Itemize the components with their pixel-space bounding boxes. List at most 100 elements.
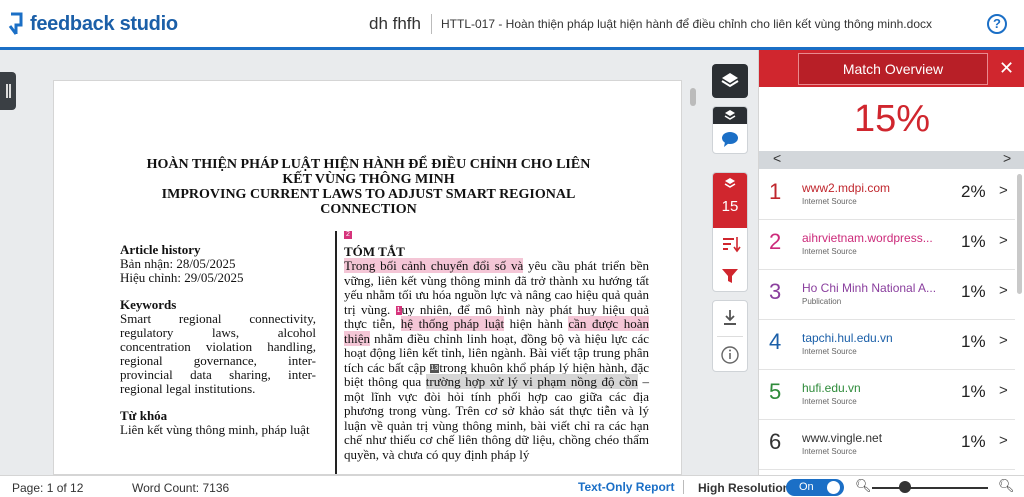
logo[interactable]: feedback studio — [8, 12, 178, 36]
zoom-out-icon[interactable]: 🔍︎ — [855, 478, 872, 494]
keywords-line: regulatory laws, alcohol — [120, 325, 316, 340]
match-number: 5 — [769, 379, 782, 404]
help-icon[interactable]: ? — [987, 14, 1007, 34]
match-type: Internet Source — [802, 247, 857, 256]
match-number: 1 — [769, 179, 782, 204]
match-number: 6 — [769, 429, 782, 454]
match-badge[interactable]: 13 — [429, 364, 440, 374]
layers-icon — [721, 73, 739, 88]
zoom-slider-track[interactable] — [872, 487, 988, 489]
heading-line: HOÀN THIỆN PHÁP LUẬT HIỆN HÀNH ĐỂ ĐIỀU C… — [146, 157, 591, 172]
comment-icon[interactable] — [713, 124, 747, 154]
match-type: Internet Source — [802, 447, 857, 456]
match-source[interactable]: Ho Chi Minh National A... — [802, 281, 937, 295]
match-source[interactable]: www2.mdpi.com — [802, 181, 937, 195]
panel-header: Match Overview ✕ — [759, 50, 1024, 87]
grip-icon — [6, 84, 8, 98]
keywords-line: Smart regional connectivity, — [120, 311, 316, 326]
match-percent: 1% — [961, 282, 986, 301]
abstract-title: TÓM TẮT — [344, 243, 405, 259]
match-item[interactable]: 6 www.vingle.net Internet Source 1% > — [759, 420, 1015, 470]
tools-divider — [717, 336, 743, 337]
chevron-left-icon[interactable]: < — [773, 150, 781, 166]
high-resolution-label: High Resolution — [698, 481, 790, 495]
sort-icon[interactable] — [713, 233, 747, 255]
layer-group-header — [713, 107, 747, 124]
article-history-title: Article history — [120, 242, 201, 257]
document-title: HTTL-017 - Hoàn thiện pháp luật hiện hàn… — [441, 17, 932, 31]
layers-icon — [724, 110, 736, 120]
zoom-slider-handle[interactable] — [899, 481, 911, 493]
heading-line: CONNECTION — [320, 202, 417, 217]
received-date: Bản nhận: 28/05/2025 — [120, 256, 236, 271]
match-number: 3 — [769, 279, 782, 304]
match-percent: 2% — [961, 182, 986, 201]
close-icon[interactable]: ✕ — [999, 58, 1014, 78]
match-highlight[interactable]: hệ thống pháp luật — [400, 316, 505, 331]
layers-button[interactable] — [712, 64, 748, 98]
layer-group-comments[interactable] — [712, 106, 748, 154]
tools-group — [712, 300, 748, 372]
keywords-line: concentration violation handling, — [120, 339, 316, 354]
match-item[interactable]: 5 hufi.edu.vn Internet Source 1% > — [759, 370, 1015, 420]
filter-icon[interactable] — [713, 265, 747, 287]
match-type: Publication — [802, 297, 842, 306]
logo-text: feedback studio — [30, 12, 178, 35]
match-percent: 1% — [961, 232, 986, 251]
top-header: feedback studio dh fhfh HTTL-017 - Hoàn … — [0, 0, 1024, 50]
match-source[interactable]: hufi.edu.vn — [802, 381, 937, 395]
info-icon[interactable] — [713, 344, 747, 366]
match-item[interactable]: 4 tapchi.hul.edu.vn Internet Source 1% > — [759, 320, 1015, 370]
word-count: Word Count: 7136 — [132, 481, 230, 495]
match-item[interactable]: 3 Ho Chi Minh National A... Publication 1% > — [759, 270, 1015, 320]
text-run: hiện hành — [504, 316, 569, 331]
feedback-studio-logo-icon — [8, 12, 23, 35]
document-scrollbar[interactable] — [690, 88, 696, 106]
similarity-layer[interactable]: 15 — [712, 172, 748, 292]
chevron-right-icon[interactable]: > — [999, 182, 1008, 199]
abstract-text: Trong bối cảnh chuyển đổi số và yêu cầu … — [344, 258, 649, 462]
panel-title[interactable]: Match Overview — [798, 53, 988, 85]
chevron-right-icon[interactable]: > — [999, 232, 1008, 249]
chevron-right-icon[interactable]: > — [999, 282, 1008, 299]
header-divider — [431, 14, 432, 34]
match-overview-panel: Match Overview ✕ 15% < > 1 www2.mdpi.com I… — [758, 50, 1024, 475]
page-indicator: Page: 1 of 12 — [12, 481, 84, 495]
match-source[interactable]: tapchi.hul.edu.vn — [802, 331, 937, 345]
match-source[interactable]: www.vingle.net — [802, 431, 937, 445]
document-page: HOÀN THIỆN PHÁP LUẬT HIỆN HÀNH ĐỂ ĐIỀU C… — [53, 80, 682, 475]
tukhoa-title: Từ khóa — [120, 408, 168, 423]
match-number: 2 — [769, 229, 782, 254]
keywords-line: regional legal institutions. — [120, 381, 256, 396]
match-percent: 1% — [961, 382, 986, 401]
keywords-title: Keywords — [120, 297, 177, 312]
chevron-right-icon[interactable]: > — [1003, 150, 1011, 166]
match-type: Internet Source — [802, 197, 857, 206]
high-resolution-toggle[interactable]: On — [786, 479, 844, 496]
text-only-report-link[interactable]: Text-Only Report — [578, 480, 674, 494]
match-type: Internet Source — [802, 397, 857, 406]
zoom-in-icon[interactable]: 🔍︎ — [998, 478, 1015, 494]
panel-scrollbar[interactable] — [1017, 174, 1022, 294]
keywords-line: provincial data sharing, inter- — [120, 367, 316, 382]
match-item[interactable]: 1 www2.mdpi.com Internet Source 2% > — [759, 170, 1015, 220]
tukhoa-line: Liên kết vùng thông minh, pháp luật — [120, 422, 310, 437]
match-badge[interactable]: 2 — [344, 231, 352, 239]
layers-icon — [724, 178, 736, 188]
left-panel-toggle[interactable] — [0, 72, 16, 110]
match-percent: 1% — [961, 332, 986, 351]
author-name: dh fhfh — [369, 14, 421, 33]
similarity-layer-header: 15 — [713, 173, 747, 228]
article-meta-column: Article history Bản nhận: 28/05/2025 Hiệ… — [120, 243, 316, 437]
match-item[interactable]: 2 aihrvietnam.wordpress... Internet Source… — [759, 220, 1015, 270]
chevron-right-icon[interactable]: > — [999, 382, 1008, 399]
chevron-right-icon[interactable]: > — [999, 332, 1008, 349]
chevron-right-icon[interactable]: > — [999, 432, 1008, 449]
keywords-line: regional governance, inter- — [120, 353, 316, 368]
match-source[interactable]: aihrvietnam.wordpress... — [802, 231, 937, 245]
match-highlight[interactable]: trường hợp xử lý vi phạm nồng độ cồn — [425, 374, 638, 389]
footer-divider — [683, 480, 684, 494]
overall-similarity: 15% — [853, 98, 931, 140]
download-icon[interactable] — [713, 307, 747, 329]
match-highlight[interactable]: Trong bối cảnh chuyển đổi số và — [344, 258, 524, 273]
